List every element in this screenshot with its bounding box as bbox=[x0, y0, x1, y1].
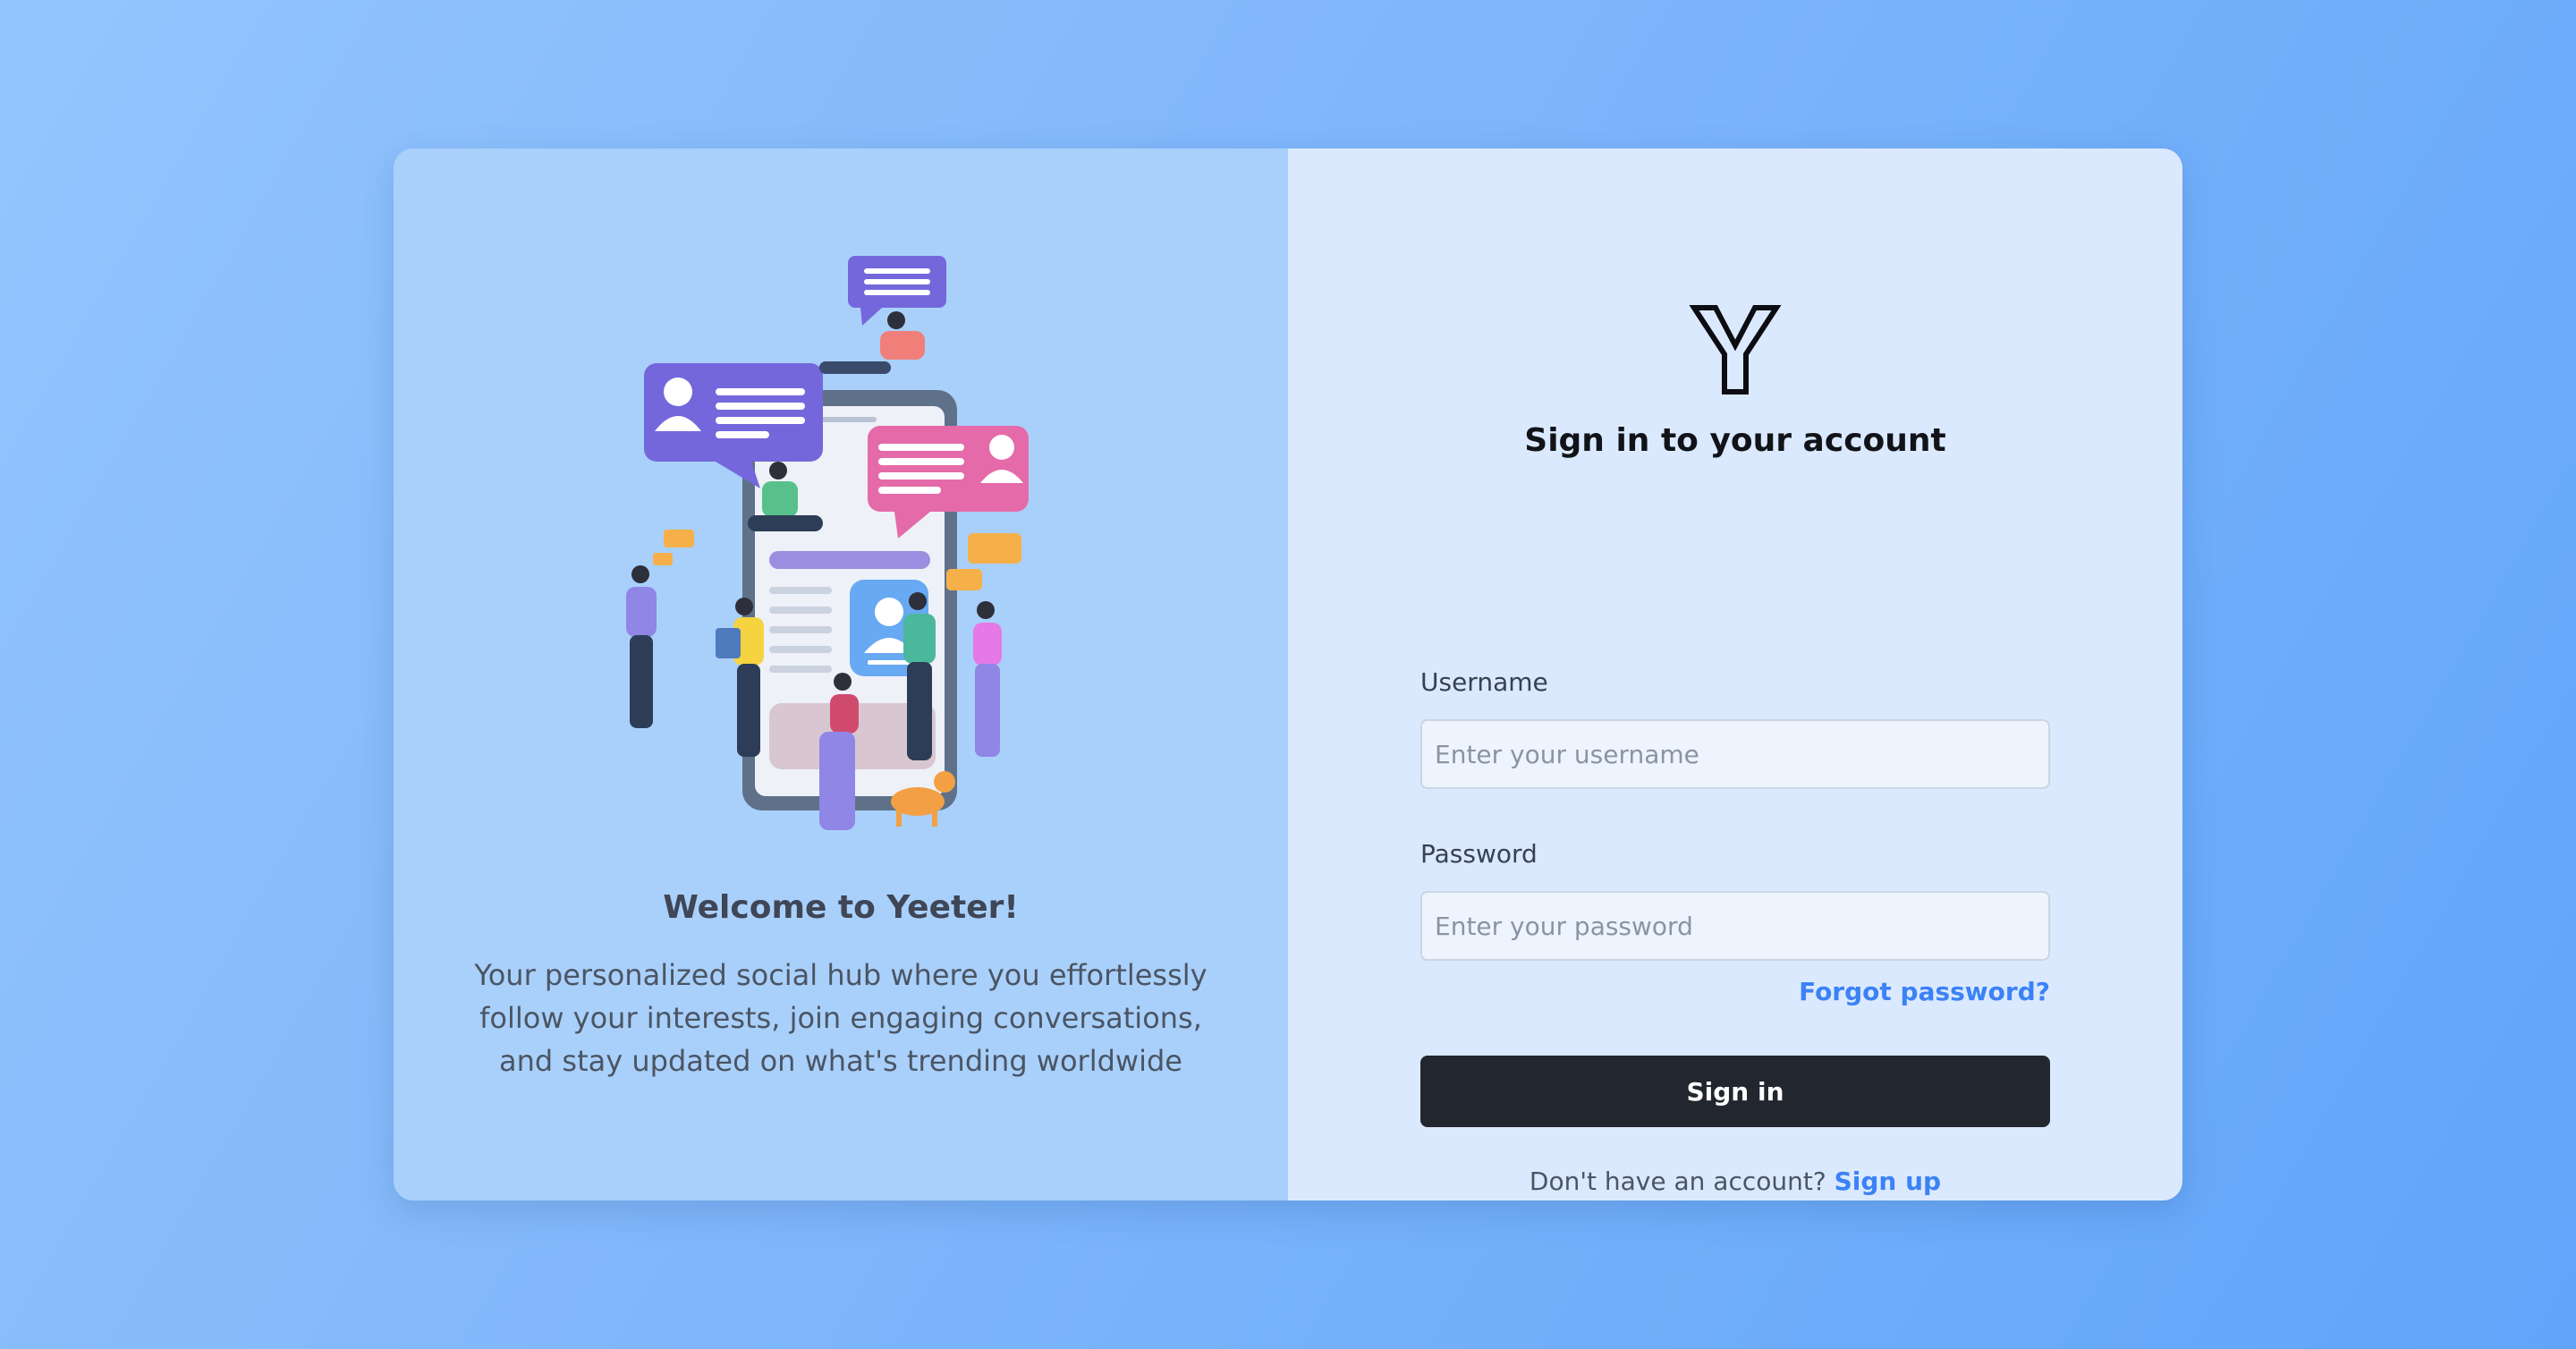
welcome-title: Welcome to Yeeter! bbox=[663, 889, 1019, 926]
username-input[interactable] bbox=[1420, 719, 2050, 789]
signup-prompt: Don't have an account? bbox=[1529, 1167, 1835, 1196]
username-label: Username bbox=[1420, 667, 1548, 697]
y-logo-icon bbox=[1689, 305, 1782, 395]
password-input[interactable] bbox=[1420, 891, 2050, 961]
password-label: Password bbox=[1420, 839, 1538, 869]
signin-title: Sign in to your account bbox=[1524, 422, 1946, 459]
signin-panel: Sign in to your account Username Passwor… bbox=[1288, 148, 2182, 1201]
welcome-description: Your personalized social hub where you e… bbox=[474, 958, 1208, 1078]
social-media-illustration bbox=[626, 256, 1029, 830]
signup-row: Don't have an account? Sign up bbox=[1288, 1167, 2182, 1196]
welcome-panel: Welcome to Yeeter! Your personalized soc… bbox=[394, 148, 1288, 1201]
signup-link[interactable]: Sign up bbox=[1835, 1167, 1941, 1196]
signin-button[interactable]: Sign in bbox=[1420, 1056, 2050, 1127]
forgot-password-link[interactable]: Forgot password? bbox=[1799, 977, 2050, 1006]
login-card: Welcome to Yeeter! Your personalized soc… bbox=[394, 148, 2182, 1201]
